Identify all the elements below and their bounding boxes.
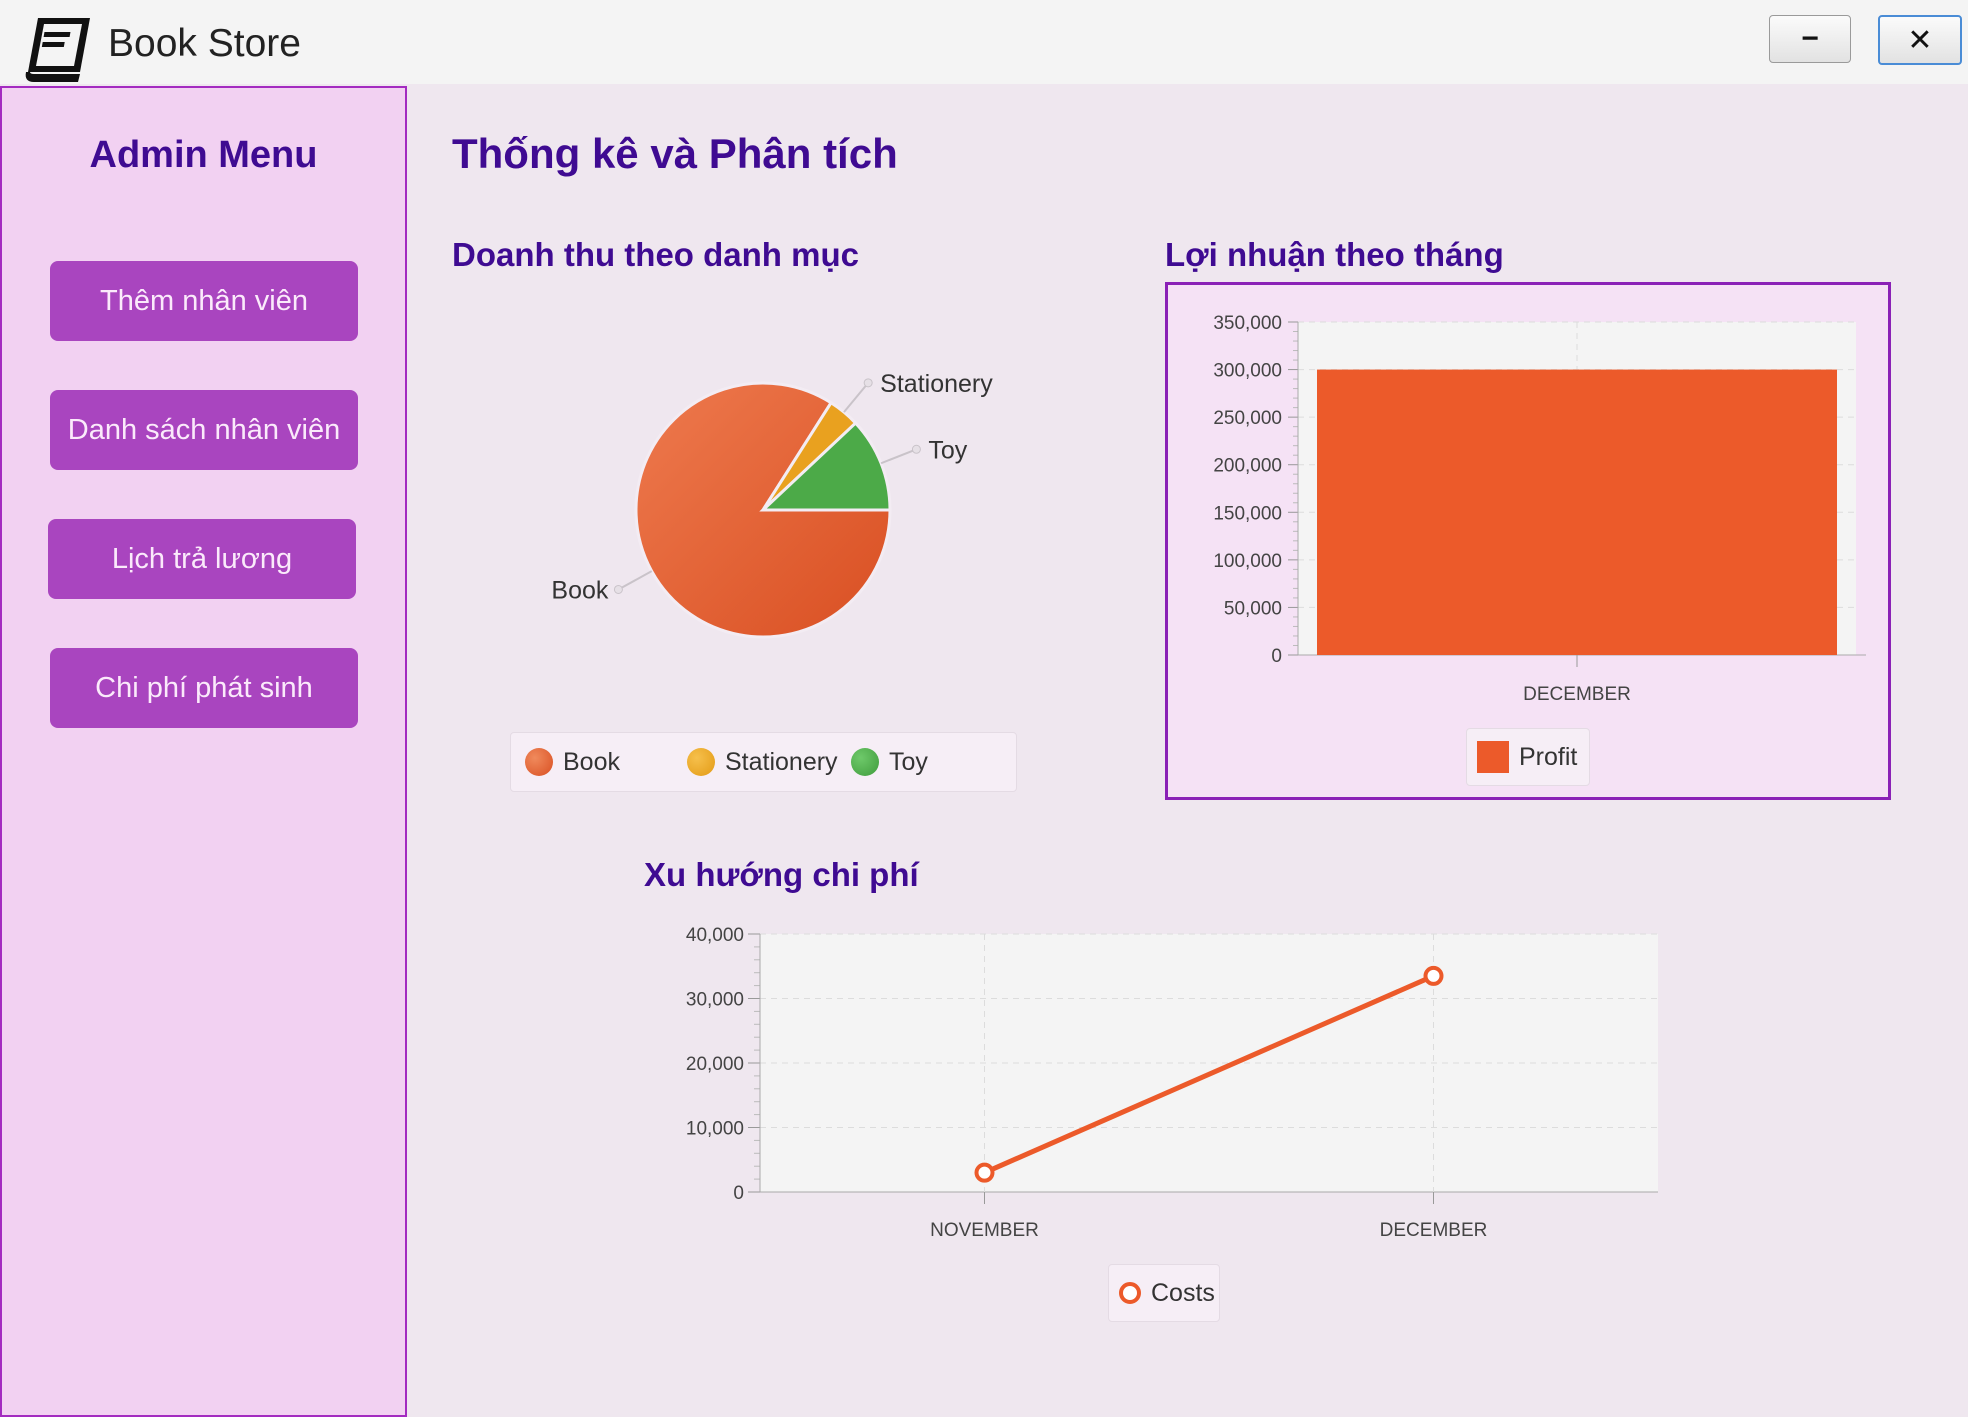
bar-y-tick-label: 50,000 (1224, 598, 1282, 619)
legend-label: Profit (1519, 742, 1578, 771)
legend-item-stationery: Stationery (687, 748, 851, 777)
legend-label: Book (563, 747, 620, 776)
profit-legend-swatch (1477, 741, 1509, 773)
line-chart: 0 10,000 20,000 30,000 40,000 NOVEMBER DECEMBE… (686, 925, 1658, 1241)
line-legend: Costs (1108, 1264, 1220, 1322)
extra-costs-button[interactable]: Chi phí phát sinh (50, 648, 358, 728)
bar-y-tick-label: 100,000 (1213, 551, 1282, 572)
pie-chart: Book Stationery Toy (551, 370, 993, 639)
line-chart-title: Xu hướng chi phí (644, 856, 919, 893)
add-employee-button[interactable]: Thêm nhân viên (50, 261, 358, 341)
costs-legend-marker (1119, 1282, 1141, 1304)
legend-label: Costs (1151, 1278, 1215, 1307)
admin-sidebar: Admin Menu Thêm nhân viên Danh sách nhân… (0, 86, 407, 1417)
bar-y-tick-label: 300,000 (1213, 361, 1282, 382)
legend-item-book: Book (525, 748, 687, 777)
line-x-tick-label: NOVEMBER (930, 1220, 1039, 1241)
pie-label-dot (911, 444, 921, 454)
pie-label-book: Book (551, 576, 608, 604)
pie-label-stationery: Stationery (880, 370, 993, 398)
pie-label-line (617, 570, 653, 591)
line-y-tick-label: 20,000 (686, 1054, 744, 1075)
book-legend-swatch (525, 748, 553, 776)
bar-chart-title: Lợi nhuận theo tháng (1165, 236, 1504, 273)
toy-legend-swatch (851, 748, 879, 776)
pie-label-line (880, 448, 917, 465)
stationery-legend-swatch (687, 748, 715, 776)
employee-list-button[interactable]: Danh sách nhân viên (50, 390, 358, 470)
bar-x-tick-label: DECEMBER (1523, 684, 1631, 705)
sidebar-title: Admin Menu (89, 134, 318, 176)
minimize-button[interactable]: − (1769, 15, 1851, 63)
pie-label-dot (863, 378, 873, 388)
costs-point-november (974, 1162, 995, 1183)
pie-label-toy: Toy (928, 436, 967, 464)
book-icon (25, 18, 90, 82)
pie-legend: Book Stationery Toy (510, 732, 1017, 792)
line-y-tick-label: 30,000 (686, 990, 744, 1011)
bar-december (1317, 369, 1837, 655)
page-title: Thống kê và Phân tích (452, 130, 898, 177)
line-y-tick-label: 10,000 (686, 1119, 744, 1140)
title-bar: Book Store − ✕ (0, 0, 1968, 84)
bar-y-tick-label: 350,000 (1213, 313, 1282, 334)
close-button[interactable]: ✕ (1878, 15, 1962, 65)
bar-y-tick-label: 250,000 (1213, 408, 1282, 429)
payroll-schedule-button[interactable]: Lịch trả lương (48, 519, 356, 599)
bar-y-tick-label: 150,000 (1213, 503, 1282, 524)
legend-item-toy: Toy (851, 748, 928, 777)
pie-label-line (843, 382, 869, 413)
costs-point-december (1423, 965, 1444, 986)
legend-item-profit: Profit (1477, 741, 1577, 773)
pie-label-dot (613, 584, 623, 594)
bar-chart: 0 50,000 100,000 150,000 200,000 250,000 300,0… (1213, 313, 1866, 705)
pie-chart-title: Doanh thu theo danh mục (452, 236, 859, 273)
legend-label: Stationery (725, 747, 838, 776)
bar-legend: Profit (1466, 728, 1590, 786)
legend-item-costs: Costs (1119, 1279, 1215, 1308)
app-title: Book Store (108, 22, 301, 65)
bar-y-tick-label: 0 (1271, 646, 1282, 667)
bar-y-tick-label: 200,000 (1213, 456, 1282, 477)
legend-label: Toy (889, 747, 928, 776)
line-y-tick-label: 40,000 (686, 925, 744, 946)
line-y-tick-label: 0 (733, 1183, 744, 1204)
line-x-tick-label: DECEMBER (1380, 1220, 1488, 1241)
